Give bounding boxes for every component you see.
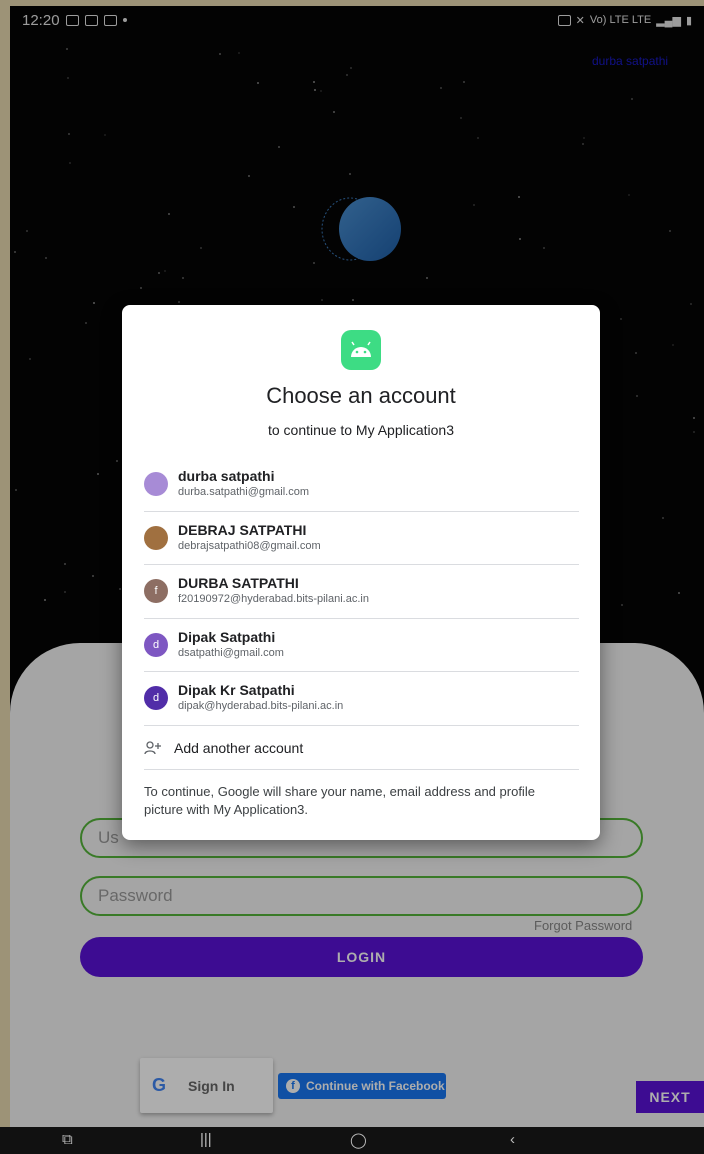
- account-row[interactable]: d Dipak Kr Satpathi dipak@hyderabad.bits…: [144, 672, 579, 726]
- home-button[interactable]: ◯: [350, 1131, 367, 1149]
- account-name: durba satpathi: [178, 468, 275, 485]
- privacy-notice: To continue, Google will share your name…: [144, 784, 535, 817]
- navigation-bar: ⧉ ||| ◯ ‹: [0, 1127, 704, 1154]
- avatar: [144, 472, 168, 497]
- account-email: debrajsatpathi08@gmail.com: [178, 539, 321, 552]
- avatar: [144, 525, 168, 550]
- account-row[interactable]: d Dipak Satpathi dsatpathi@gmail.com: [144, 619, 579, 672]
- account-row[interactable]: DEBRAJ SATPATHI debrajsatpathi08@gmail.c…: [144, 512, 579, 565]
- avatar: d: [144, 686, 168, 711]
- screenshot-icon[interactable]: ⧉: [62, 1131, 73, 1148]
- account-list: durba satpathi durba.satpathi@gmail.com …: [144, 458, 579, 726]
- add-account-label: Add another account: [174, 739, 304, 756]
- recent-apps-button[interactable]: |||: [200, 1131, 212, 1148]
- account-name: Dipak Satpathi: [178, 628, 276, 645]
- account-email: f20190972@hyderabad.bits-pilani.ac.in: [178, 593, 369, 606]
- dialog-subtitle: to continue to My Application3: [267, 422, 454, 438]
- avatar: f: [144, 579, 168, 604]
- account-name: Dipak Kr Satpathi: [178, 682, 295, 699]
- account-email: durba.satpathi@gmail.com: [178, 486, 310, 499]
- android-icon: [341, 330, 381, 370]
- add-another-account-button[interactable]: Add another account: [144, 726, 579, 770]
- account-email: dipak@hyderabad.bits-pilani.ac.in: [178, 700, 344, 713]
- back-button[interactable]: ‹: [510, 1131, 515, 1148]
- avatar: d: [144, 632, 168, 657]
- account-chooser-dialog: Choose an account to continue to My Appl…: [122, 305, 600, 840]
- account-name: DEBRAJ SATPATHI: [178, 521, 307, 538]
- add-person-icon: [144, 740, 161, 754]
- account-row[interactable]: durba satpathi durba.satpathi@gmail.com: [144, 458, 579, 512]
- account-name: DURBA SATPATHI: [178, 575, 299, 592]
- dialog-title: Choose an account: [266, 383, 456, 408]
- account-row[interactable]: f DURBA SATPATHI f20190972@hyderabad.bit…: [144, 565, 579, 619]
- account-email: dsatpathi@gmail.com: [178, 646, 284, 659]
